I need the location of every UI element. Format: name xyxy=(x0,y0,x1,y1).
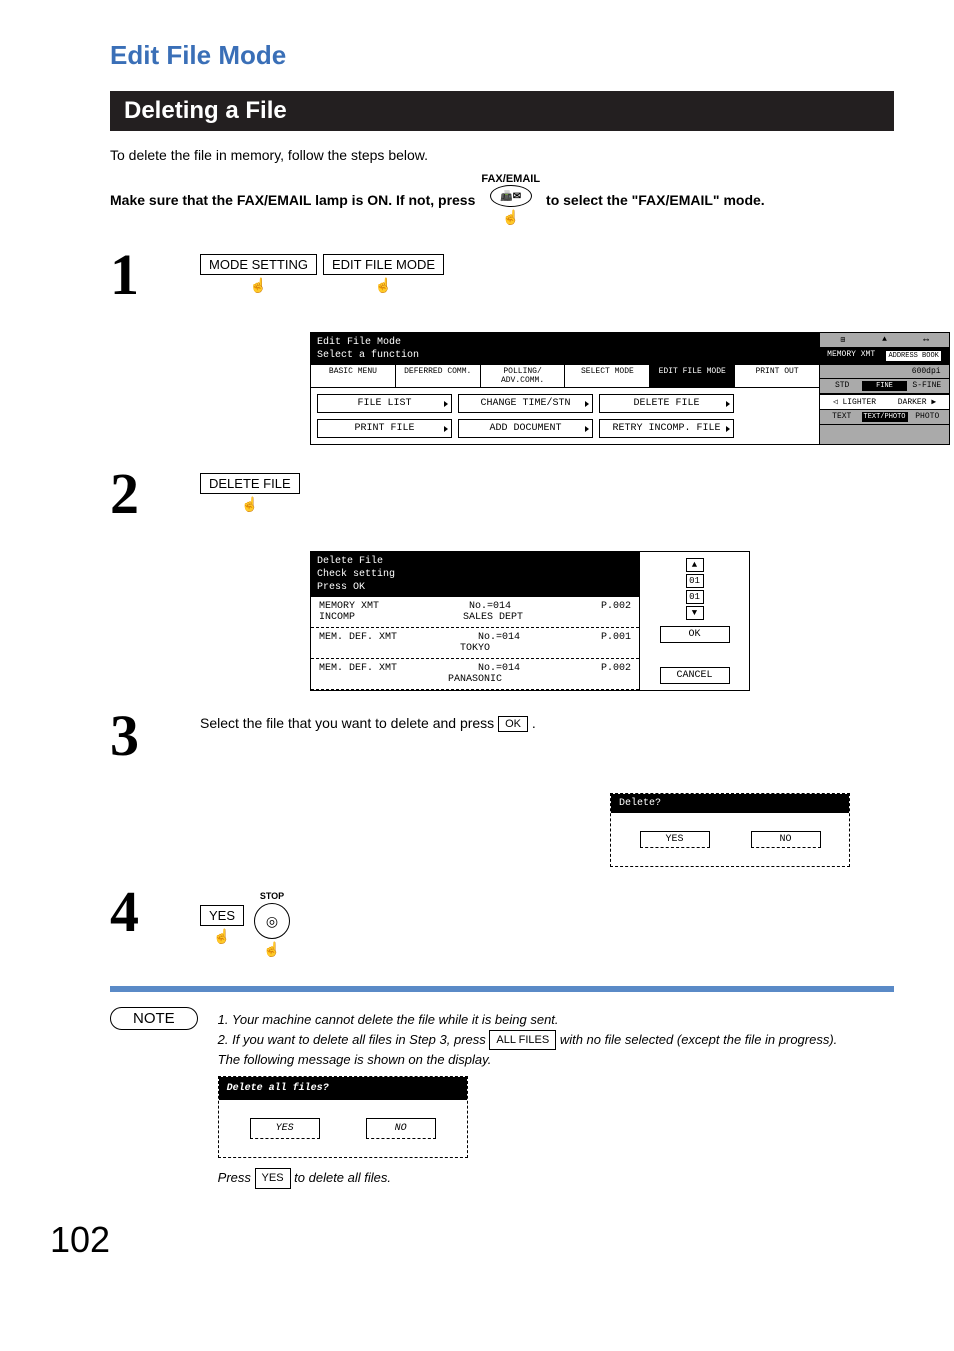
opt-delete-file[interactable]: DELETE FILE xyxy=(599,394,734,413)
no-button[interactable]: NO xyxy=(751,831,821,848)
delete-file-button[interactable]: DELETE FILE xyxy=(200,473,300,494)
all-files-button[interactable]: ALL FILES xyxy=(489,1030,556,1051)
yes-button[interactable]: YES xyxy=(200,905,244,926)
scroll-up-button[interactable]: ▲ xyxy=(686,558,704,572)
tab-select-mode[interactable]: SELECT MODE xyxy=(565,365,650,387)
yes-button[interactable]: YES xyxy=(640,831,710,848)
finger-icon: ☝ xyxy=(241,496,258,513)
tab-edit-file-mode[interactable]: EDIT FILE MODE xyxy=(650,365,735,387)
step-1-number: 1 xyxy=(110,246,200,304)
edit-file-mode-button[interactable]: EDIT FILE MODE xyxy=(323,254,444,275)
no-button[interactable]: NO xyxy=(366,1118,436,1139)
scroll-indicator: 01 xyxy=(686,590,704,604)
note-1: 1. Your machine cannot delete the file w… xyxy=(218,1010,894,1030)
ok-button[interactable]: OK xyxy=(660,626,730,643)
opt-print-file[interactable]: PRINT FILE xyxy=(317,419,452,438)
step-3-text: Select the file that you want to delete … xyxy=(200,715,498,731)
separator xyxy=(110,986,894,992)
prereq-text-1: Make sure that the FAX/EMAIL lamp is ON.… xyxy=(110,192,475,208)
opt-change-time[interactable]: CHANGE TIME/STN xyxy=(458,394,593,413)
screen-subtitle: Select a function xyxy=(317,349,813,362)
note-2c: The following message is shown on the di… xyxy=(218,1050,894,1070)
tab-deferred-comm[interactable]: DEFERRED COMM. xyxy=(396,365,481,387)
screen-title: Edit File Mode xyxy=(317,336,813,349)
device-screen-edit-file-mode: Edit File Mode Select a function BASIC M… xyxy=(310,332,950,445)
file-row[interactable]: MEM. DEF. XMTNo.=014P.001 TOKYO xyxy=(311,628,639,659)
res-fine[interactable]: FINE xyxy=(862,381,906,391)
device-screen-delete-confirm: Delete? YES NO xyxy=(610,793,850,867)
opt-retry-incomp[interactable]: RETRY INCOMP. FILE xyxy=(599,419,734,438)
scroll-down-button[interactable]: ▼ xyxy=(686,606,704,620)
file-row[interactable]: MEM. DEF. XMTNo.=014P.002 PANASONIC xyxy=(311,659,639,690)
fax-email-button-icon[interactable]: FAX/EMAIL 📠✉ ☝ xyxy=(481,173,540,226)
res-sfine[interactable]: S-FINE xyxy=(907,381,947,391)
yes-button[interactable]: YES xyxy=(250,1118,320,1139)
tab-polling[interactable]: POLLING/ ADV.COMM. xyxy=(481,365,566,387)
ok-inline-button[interactable]: OK xyxy=(498,716,528,732)
file-row[interactable]: MEMORY XMTNo.=014P.002 INCOMPSALES DEPT xyxy=(311,597,639,628)
finger-icon: ☝ xyxy=(375,277,392,294)
mode-text[interactable]: TEXT xyxy=(822,412,862,422)
prereq-text-2: to select the "FAX/EMAIL" mode. xyxy=(546,192,765,208)
device-screen-delete-file: Delete File Check setting Press OK MEMOR… xyxy=(310,551,750,691)
step-2-number: 2 xyxy=(110,465,200,523)
section-header: Deleting a File xyxy=(110,91,894,131)
mode-setting-button[interactable]: MODE SETTING xyxy=(200,254,317,275)
mode-photo[interactable]: PHOTO xyxy=(908,412,948,422)
cancel-button[interactable]: CANCEL xyxy=(660,667,730,684)
finger-icon: ☝ xyxy=(263,941,280,958)
yes-inline-button[interactable]: YES xyxy=(255,1168,291,1189)
tab-print-out[interactable]: PRINT OUT xyxy=(735,365,819,387)
step-4-number: 4 xyxy=(110,883,200,941)
step-3-number: 3 xyxy=(110,707,200,765)
opt-add-document[interactable]: ADD DOCUMENT xyxy=(458,419,593,438)
scroll-indicator: 01 xyxy=(686,574,704,588)
prerequisite-line: Make sure that the FAX/EMAIL lamp is ON.… xyxy=(110,173,894,226)
finger-icon: ☝ xyxy=(250,277,267,294)
finger-icon: ☝ xyxy=(213,928,230,945)
opt-file-list[interactable]: FILE LIST xyxy=(317,394,452,413)
note-label: NOTE xyxy=(110,1007,198,1030)
intro-text: To delete the file in memory, follow the… xyxy=(110,147,894,163)
note-press-yes: Press YES to delete all files. xyxy=(218,1168,894,1189)
note-2: 2. If you want to delete all files in St… xyxy=(218,1030,894,1051)
tab-basic-menu[interactable]: BASIC MENU xyxy=(311,365,396,387)
page-title: Edit File Mode xyxy=(110,40,894,71)
stop-button[interactable]: ◎ xyxy=(254,903,290,939)
page-number: 102 xyxy=(50,1219,894,1261)
res-std[interactable]: STD xyxy=(822,381,862,391)
tab-row: BASIC MENU DEFERRED COMM. POLLING/ ADV.C… xyxy=(311,365,819,388)
device-screen-delete-all: Delete all files? YES NO xyxy=(218,1076,468,1158)
mode-textphoto[interactable]: TEXT/PHOTO xyxy=(862,412,908,422)
stop-label: STOP xyxy=(260,891,284,901)
